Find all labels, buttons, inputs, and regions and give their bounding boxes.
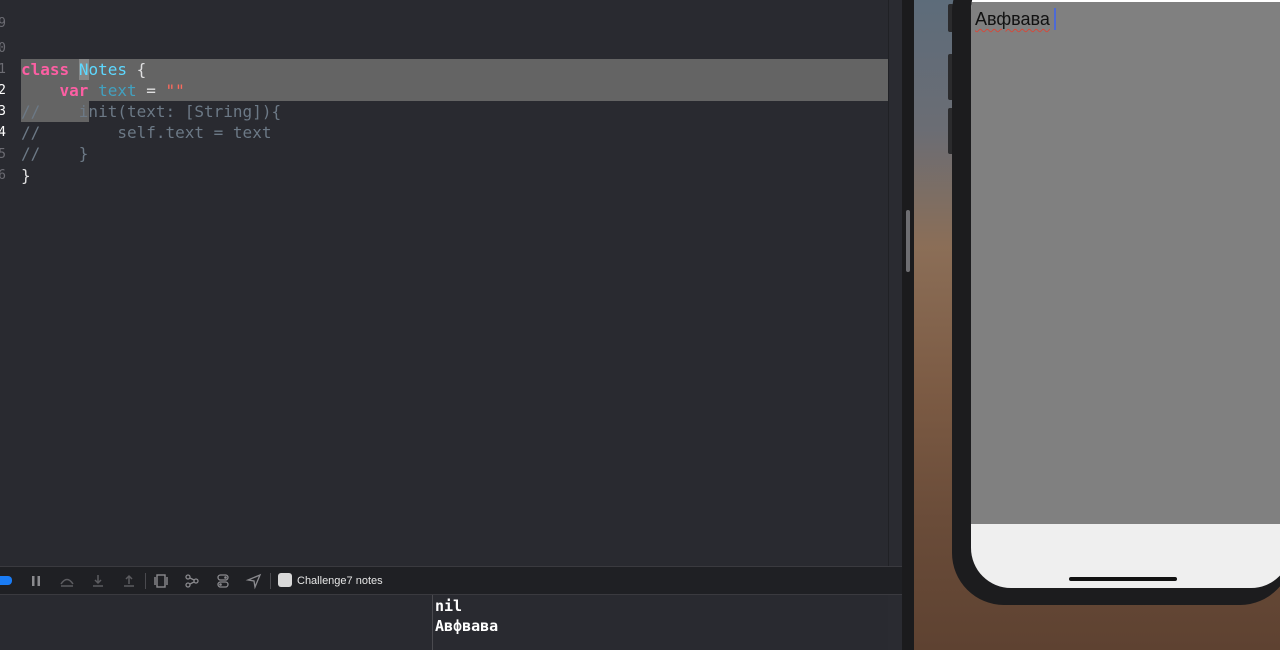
view-debugger-icon[interactable]	[152, 572, 170, 590]
memory-graph-icon[interactable]	[183, 572, 201, 590]
step-out-icon[interactable]	[120, 572, 138, 590]
code-line[interactable]: 1 var text = ""	[0, 38, 888, 100]
split-divider[interactable]	[902, 0, 914, 650]
text-view-content: Авфвава	[975, 9, 1050, 29]
toolbar-divider	[270, 573, 271, 589]
target-label[interactable]: Challenge7 notes	[297, 573, 383, 589]
code-line[interactable]: 3 // self.text = text	[0, 80, 888, 142]
code-line[interactable]: 0 class Notes {	[0, 17, 888, 79]
device-screen: Авфвава	[971, 0, 1280, 588]
step-into-icon[interactable]	[89, 572, 107, 590]
code-line[interactable]: 5 }	[0, 123, 888, 185]
editor-scrollbar[interactable]	[888, 0, 903, 566]
location-icon[interactable]	[245, 572, 263, 590]
code-line[interactable]: 4 // }	[0, 101, 888, 163]
notes-text-view[interactable]: Авфвава	[971, 2, 1280, 524]
home-indicator[interactable]	[1069, 577, 1177, 581]
console-scrollbar[interactable]	[888, 595, 902, 650]
debug-bar: Challenge7 notes	[0, 566, 902, 595]
code-line[interactable]: 6	[0, 144, 888, 183]
step-over-icon[interactable]	[58, 572, 76, 590]
console-line: Авфвава	[435, 617, 499, 635]
variables-view[interactable]	[0, 595, 432, 650]
environment-overrides-icon[interactable]	[214, 572, 232, 590]
text-caret	[1054, 8, 1056, 30]
code-editor[interactable]: 9 0 class Notes { 1 var text = "" 2 // i…	[0, 0, 888, 566]
simulator-window: Авфвава	[914, 0, 1280, 650]
line-number: 6	[0, 168, 6, 183]
toolbar-divider	[145, 573, 146, 589]
console-line: nil	[435, 597, 463, 615]
app-icon[interactable]	[278, 573, 292, 587]
pause-icon[interactable]	[27, 572, 45, 590]
split-handle[interactable]	[906, 210, 910, 272]
code-line[interactable]: 9	[0, 0, 888, 31]
console-output[interactable]: nil Авфвава	[433, 595, 888, 650]
breakpoints-toggle-icon[interactable]	[0, 576, 12, 585]
code-line[interactable]: 2 // init(text: [String]){	[0, 59, 888, 121]
